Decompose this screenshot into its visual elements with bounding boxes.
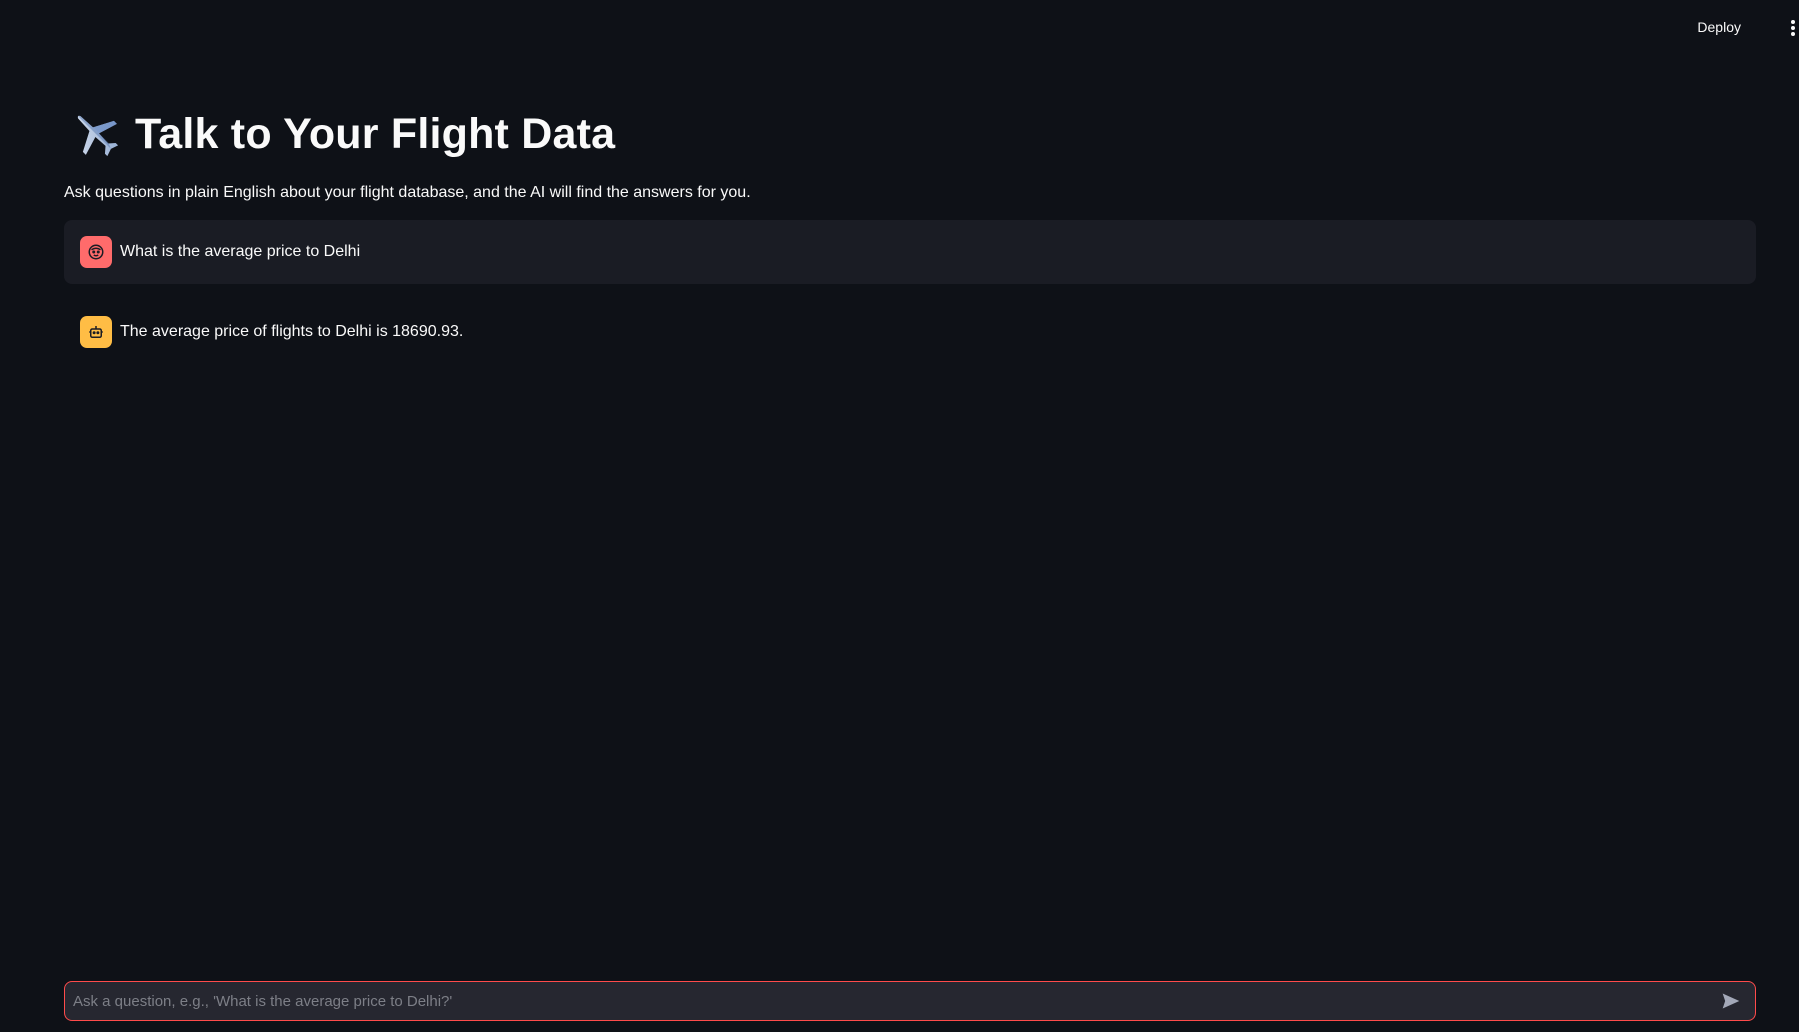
deploy-button[interactable]: Deploy — [1691, 18, 1747, 36]
app-header: Deploy — [0, 0, 1799, 56]
kebab-menu-icon[interactable] — [1791, 20, 1799, 36]
chat-input-container — [64, 981, 1756, 1021]
title-row: Talk to Your Flight Data — [64, 100, 1756, 168]
airplane-icon — [77, 115, 119, 157]
chat-input[interactable] — [65, 992, 1711, 1010]
assistant-avatar — [80, 316, 112, 348]
main-content: Talk to Your Flight Data Ask questions i… — [64, 100, 1756, 364]
page-title: Talk to Your Flight Data — [135, 109, 616, 158]
robot-icon — [89, 326, 103, 338]
assistant-message-text: The average price of flights to Delhi is… — [120, 323, 464, 340]
user-message-text: What is the average price to Delhi — [120, 243, 361, 260]
user-face-icon — [88, 244, 104, 260]
chat-message-user: What is the average price to Delhi — [64, 220, 1756, 284]
send-button[interactable] — [1711, 982, 1751, 1020]
chat-message-assistant: The average price of flights to Delhi is… — [64, 300, 1756, 364]
user-avatar — [80, 236, 112, 268]
send-icon — [1722, 993, 1740, 1009]
page-subtitle: Ask questions in plain English about you… — [64, 184, 751, 201]
